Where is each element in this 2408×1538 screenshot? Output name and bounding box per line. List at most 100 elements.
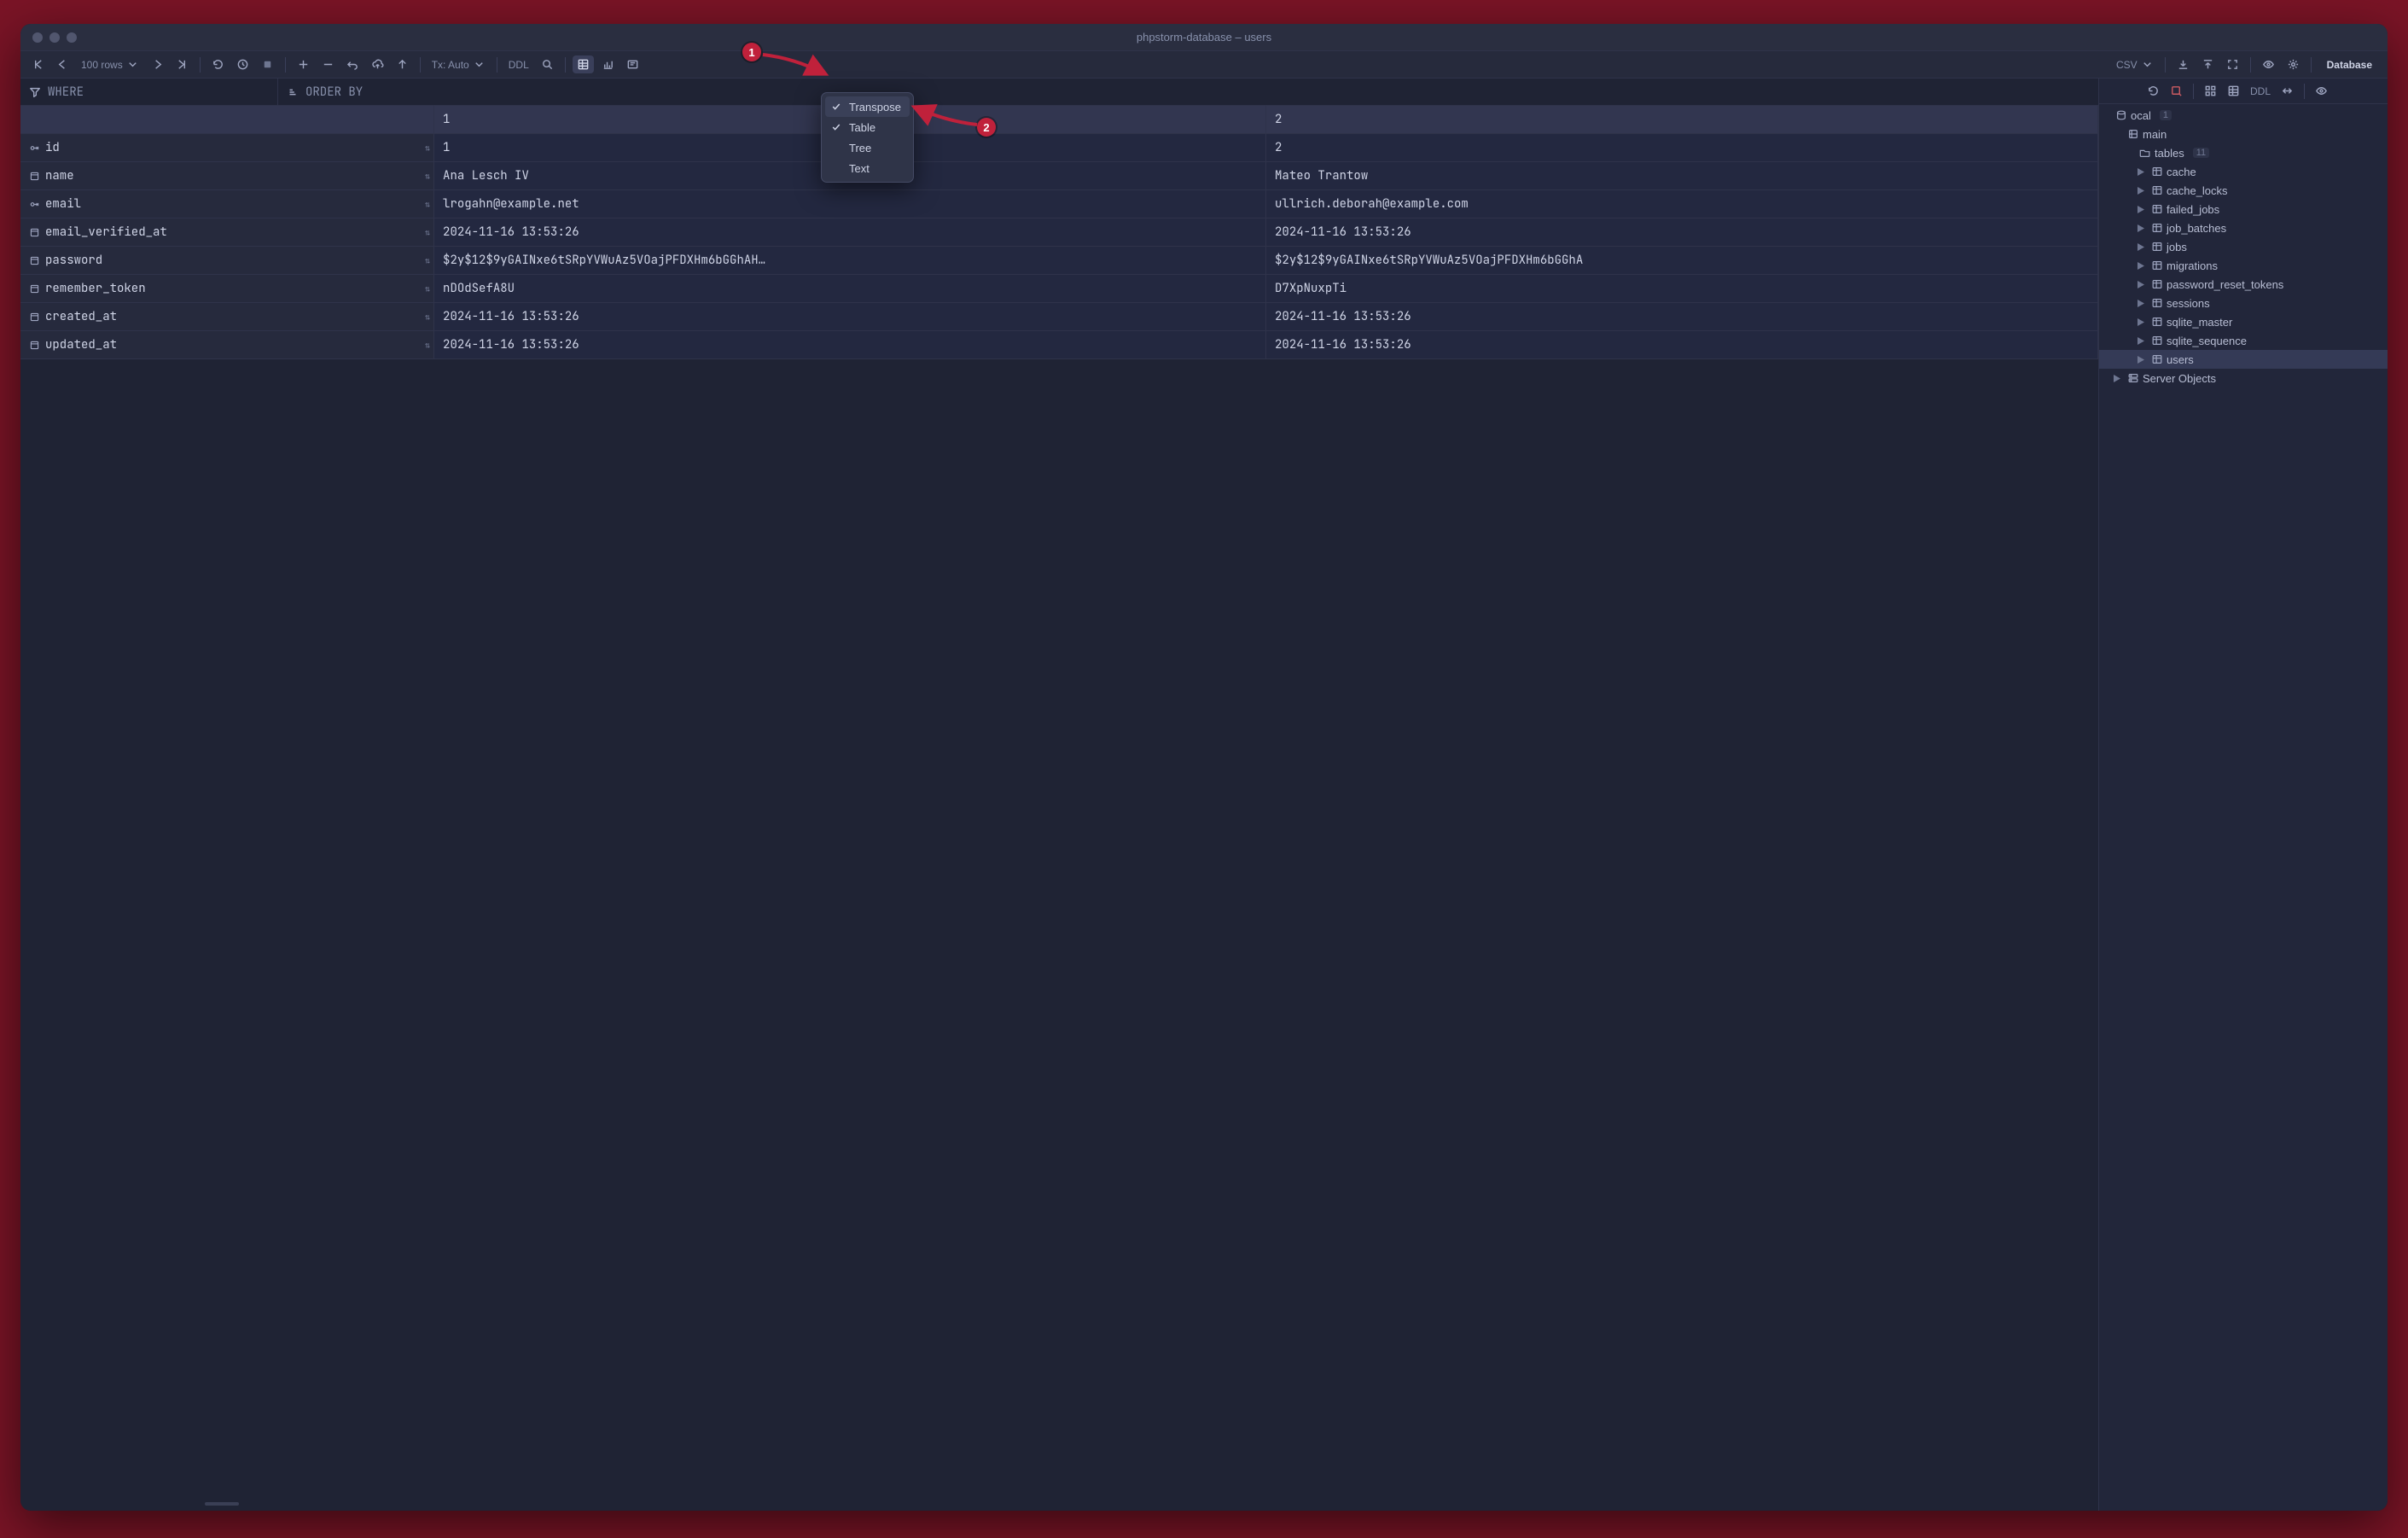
data-cell[interactable]: nDOdSefA8U xyxy=(434,275,1266,303)
side-new-ds-button[interactable] xyxy=(2167,83,2186,99)
close-dot[interactable] xyxy=(32,32,43,43)
expand-button[interactable] xyxy=(2222,55,2243,73)
column-header[interactable]: 2 xyxy=(1266,106,2098,134)
where-filter[interactable]: WHERE xyxy=(20,79,278,105)
refresh-button[interactable] xyxy=(207,55,229,73)
tx-mode-selector[interactable]: Tx: Auto xyxy=(428,55,490,73)
data-cell[interactable]: 2024-11-16 13:53:26 xyxy=(1266,331,2098,359)
export-format-selector[interactable]: CSV xyxy=(2112,55,2158,73)
download-button[interactable] xyxy=(2172,55,2194,73)
field-header[interactable]: password⇅ xyxy=(20,247,434,275)
twisty[interactable] xyxy=(2111,375,2123,382)
auto-refresh-button[interactable] xyxy=(232,55,253,73)
geo-view-button[interactable] xyxy=(622,55,643,73)
data-cell[interactable]: 2024-11-16 13:53:26 xyxy=(434,303,1266,331)
ddl-button[interactable]: DDL xyxy=(504,56,533,73)
tree-item-tables[interactable]: tables11 xyxy=(2099,143,2388,162)
sort-handle-icon[interactable]: ⇅ xyxy=(425,255,428,266)
data-cell[interactable]: ullrich.deborah@example.com xyxy=(1266,190,2098,218)
tree-item-sqlite_sequence[interactable]: sqlite_sequence xyxy=(2099,331,2388,350)
revert-button[interactable] xyxy=(342,55,364,73)
remove-row-button[interactable] xyxy=(317,55,339,73)
data-cell[interactable]: 2024-11-16 13:53:26 xyxy=(434,218,1266,247)
last-page-button[interactable] xyxy=(172,55,193,73)
view-options-button[interactable] xyxy=(2258,55,2279,73)
popup-item-tree[interactable]: Tree xyxy=(825,137,910,158)
data-cell[interactable]: 2024-11-16 13:53:26 xyxy=(1266,303,2098,331)
tree-item-sqlite_master[interactable]: sqlite_master xyxy=(2099,312,2388,331)
side-grid-button[interactable] xyxy=(2224,83,2243,99)
tree-item-migrations[interactable]: migrations xyxy=(2099,256,2388,275)
tree-item-main[interactable]: main xyxy=(2099,125,2388,143)
tree-item-users[interactable]: users xyxy=(2099,350,2388,369)
data-cell[interactable]: lrogahn@example.net xyxy=(434,190,1266,218)
twisty[interactable] xyxy=(2135,300,2147,307)
sort-handle-icon[interactable]: ⇅ xyxy=(425,199,428,210)
data-cell[interactable]: $2y$12$9yGAINxe6tSRpYVWuAz5VOajPFDXHm6bG… xyxy=(1266,247,2098,275)
orderby-filter[interactable]: ORDER BY xyxy=(278,79,2098,105)
data-cell[interactable]: D7XpNuxpTi xyxy=(1266,275,2098,303)
commit-button[interactable] xyxy=(367,55,388,73)
field-header[interactable]: email_verified_at⇅ xyxy=(20,218,434,247)
side-view-button[interactable] xyxy=(2312,83,2331,99)
sort-handle-icon[interactable]: ⇅ xyxy=(425,312,428,323)
data-cell[interactable]: 2024-11-16 13:53:26 xyxy=(1266,218,2098,247)
twisty[interactable] xyxy=(2135,187,2147,195)
side-refresh-button[interactable] xyxy=(2143,83,2163,99)
table-view-button[interactable] xyxy=(573,55,594,73)
data-cell[interactable]: $2y$12$9yGAINxe6tSRpYVWuAz5VOajPFDXHm6bG… xyxy=(434,247,1266,275)
tree-item-job_batches[interactable]: job_batches xyxy=(2099,218,2388,237)
field-header[interactable]: email⇅ xyxy=(20,190,434,218)
data-cell[interactable]: Mateo Trantow xyxy=(1266,162,2098,190)
sort-handle-icon[interactable]: ⇅ xyxy=(425,227,428,238)
sort-handle-icon[interactable]: ⇅ xyxy=(425,340,428,351)
field-header[interactable]: remember_token⇅ xyxy=(20,275,434,303)
tree-item-failed_jobs[interactable]: failed_jobs xyxy=(2099,200,2388,218)
popup-item-table[interactable]: Table xyxy=(825,117,910,137)
data-grid[interactable]: 12 id⇅12name⇅Ana Lesch IVMateo Trantowem… xyxy=(20,106,2098,1511)
twisty[interactable] xyxy=(2135,318,2147,326)
stop-button[interactable] xyxy=(257,55,278,73)
sort-handle-icon[interactable]: ⇅ xyxy=(425,143,428,154)
side-collapse-button[interactable] xyxy=(2277,83,2297,99)
twisty[interactable] xyxy=(2135,243,2147,251)
tree-item-ocal[interactable]: ocal1 xyxy=(2099,106,2388,125)
tree-item-jobs[interactable]: jobs xyxy=(2099,237,2388,256)
field-header[interactable]: id⇅ xyxy=(20,134,434,162)
next-page-button[interactable] xyxy=(147,55,168,73)
prev-page-button[interactable] xyxy=(52,55,73,73)
sort-handle-icon[interactable]: ⇅ xyxy=(425,171,428,182)
tree-item-cache_locks[interactable]: cache_locks xyxy=(2099,181,2388,200)
twisty[interactable] xyxy=(2135,262,2147,270)
tree-item-server-objects[interactable]: Server Objects xyxy=(2099,369,2388,387)
submit-button[interactable] xyxy=(392,55,413,73)
minimize-dot[interactable] xyxy=(49,32,60,43)
upload-button[interactable] xyxy=(2197,55,2219,73)
horizontal-scroll-thumb[interactable] xyxy=(205,1502,239,1506)
side-table-button[interactable] xyxy=(2201,83,2220,99)
popup-item-text[interactable]: Text xyxy=(825,158,910,178)
rows-selector[interactable]: 100 rows xyxy=(77,55,143,73)
tree-item-password_reset_tokens[interactable]: password_reset_tokens xyxy=(2099,275,2388,294)
settings-button[interactable] xyxy=(2283,55,2304,73)
twisty[interactable] xyxy=(2135,356,2147,364)
sort-handle-icon[interactable]: ⇅ xyxy=(425,283,428,294)
field-header[interactable]: name⇅ xyxy=(20,162,434,190)
popup-item-transpose[interactable]: Transpose xyxy=(825,96,910,117)
data-cell[interactable]: 2 xyxy=(1266,134,2098,162)
field-header[interactable]: updated_at⇅ xyxy=(20,331,434,359)
database-tree[interactable]: ocal1maintables11cachecache_locksfailed_… xyxy=(2099,104,2388,1511)
twisty[interactable] xyxy=(2135,337,2147,345)
twisty[interactable] xyxy=(2135,224,2147,232)
twisty[interactable] xyxy=(2135,206,2147,213)
data-cell[interactable]: 2024-11-16 13:53:26 xyxy=(434,331,1266,359)
chart-view-button[interactable] xyxy=(597,55,619,73)
zoom-dot[interactable] xyxy=(67,32,77,43)
find-button[interactable] xyxy=(537,55,558,73)
tree-item-sessions[interactable]: sessions xyxy=(2099,294,2388,312)
first-page-button[interactable] xyxy=(27,55,49,73)
twisty[interactable] xyxy=(2135,281,2147,288)
tree-item-cache[interactable]: cache xyxy=(2099,162,2388,181)
add-row-button[interactable] xyxy=(293,55,314,73)
field-header[interactable]: created_at⇅ xyxy=(20,303,434,331)
